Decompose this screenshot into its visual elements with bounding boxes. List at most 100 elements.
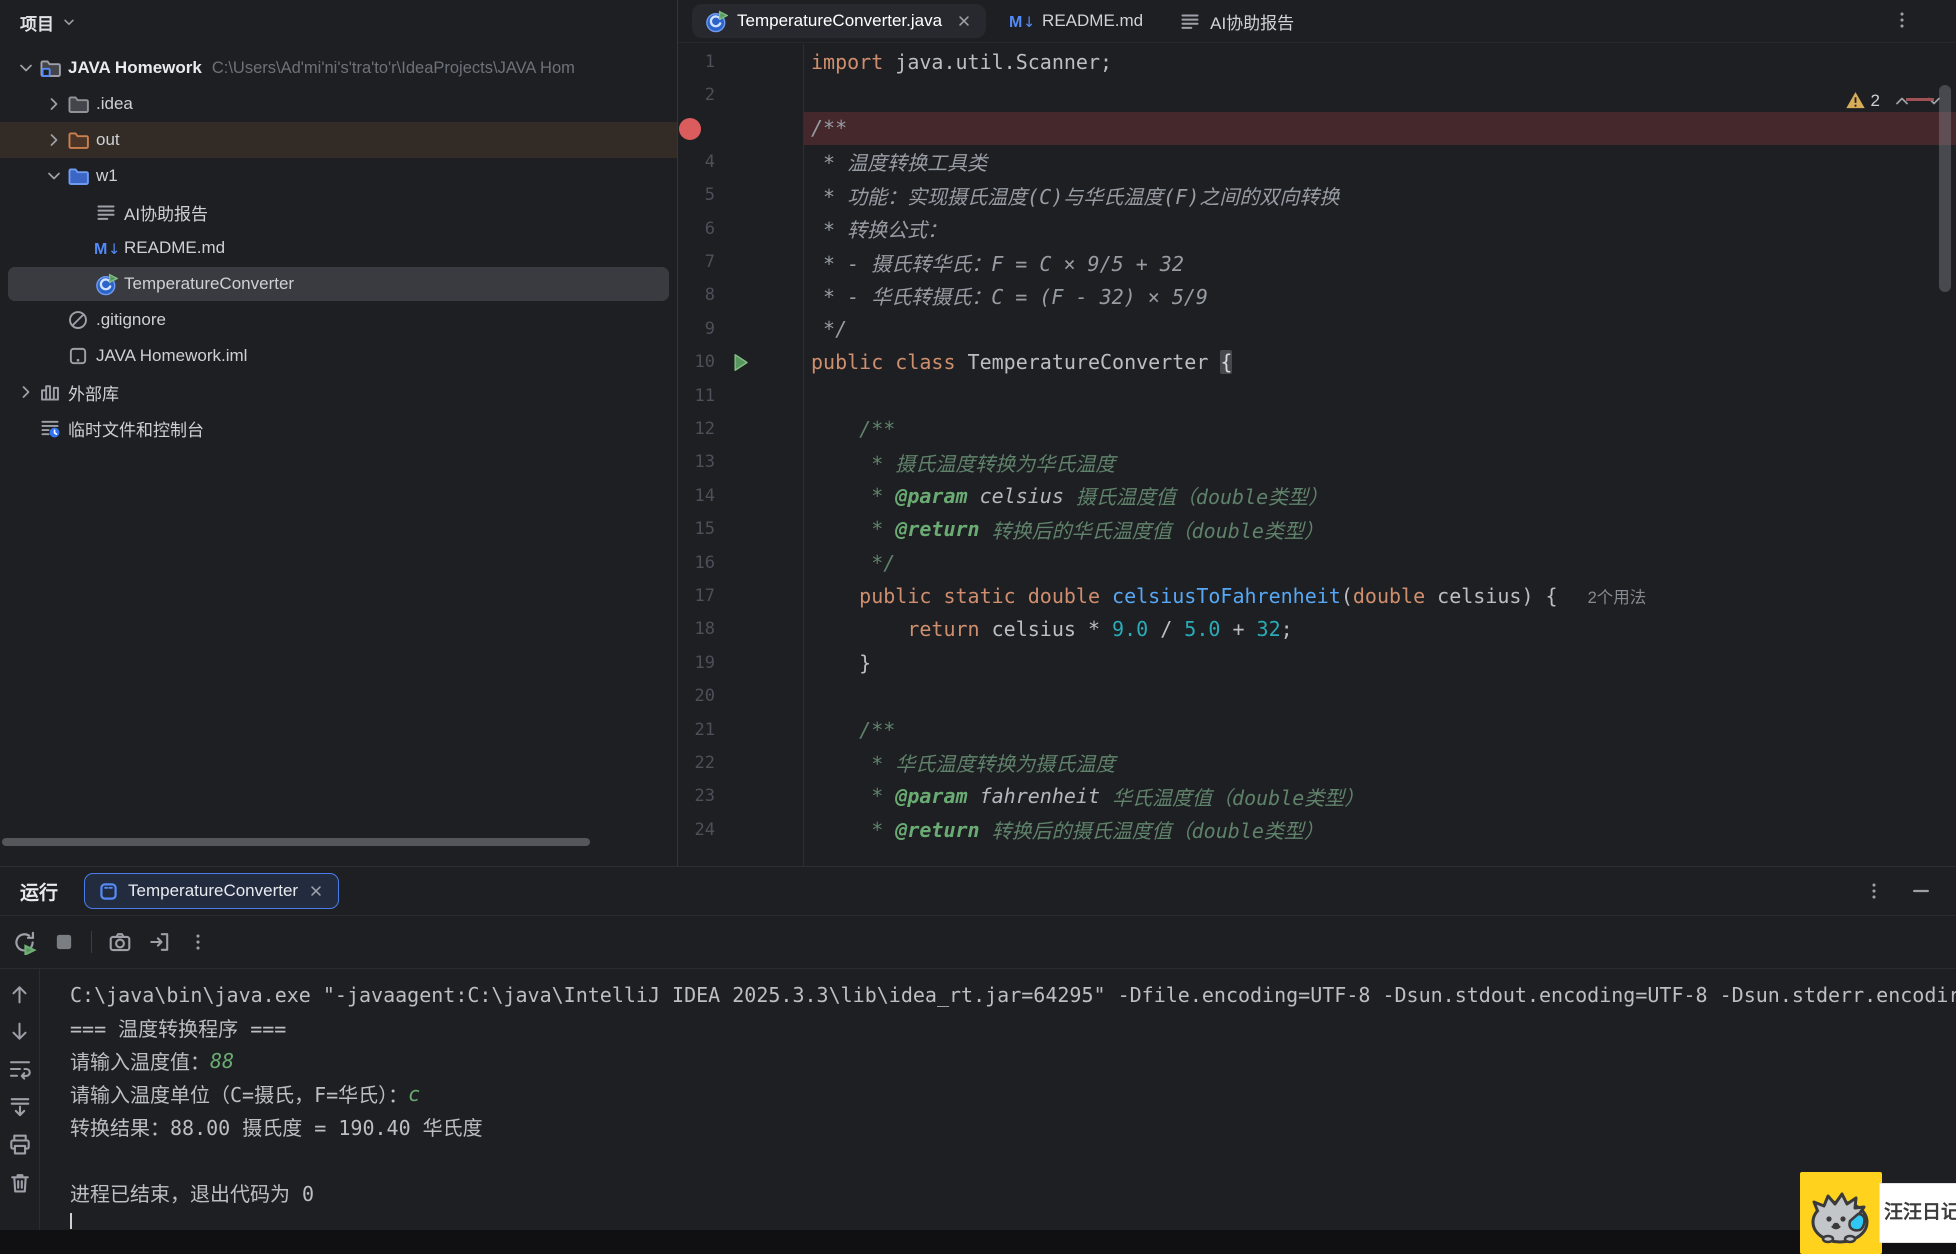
- tree-item-README.md[interactable]: M↓README.md: [0, 230, 677, 266]
- project-panel-header[interactable]: 项目: [0, 0, 677, 44]
- code-line[interactable]: 18 return celsius * 9.0 / 5.0 + 32;: [678, 613, 1956, 646]
- code-line[interactable]: 8 * - 华氏转摄氏：C = (F - 32) × 5/9: [678, 279, 1956, 312]
- editor-tab-AI协助报告[interactable]: AI协助报告: [1166, 4, 1307, 38]
- line-number[interactable]: 24: [678, 820, 715, 840]
- code-line[interactable]: 21 /**: [678, 713, 1956, 746]
- line-number[interactable]: 13: [678, 452, 715, 472]
- editor-vertical-scrollbar[interactable]: [1939, 85, 1951, 292]
- gutter-cell: [715, 78, 803, 111]
- editor-body[interactable]: 1import java.util.Scanner; 2 3/**4 * 温度转换工…: [678, 44, 1956, 866]
- tree-item-临时文件和控制台[interactable]: 临时文件和控制台: [0, 410, 677, 446]
- import-test-icon[interactable]: [148, 930, 172, 954]
- chevron-down-icon[interactable]: [14, 56, 38, 80]
- code-line[interactable]: 12 /**: [678, 412, 1956, 445]
- line-number[interactable]: 17: [678, 586, 715, 606]
- code-line[interactable]: 4 * 温度转换工具类: [678, 145, 1956, 178]
- editor-tab-TemperatureConverter.java[interactable]: TemperatureConverter.java: [692, 4, 986, 38]
- code-line[interactable]: 6 * 转换公式：: [678, 212, 1956, 245]
- code-line[interactable]: 3/**: [678, 112, 1956, 145]
- line-number[interactable]: 1: [678, 52, 715, 72]
- tree-item-w1[interactable]: w1: [0, 158, 677, 194]
- java-class-icon: [94, 272, 118, 296]
- line-number[interactable]: 14: [678, 486, 715, 506]
- run-configuration-tab[interactable]: TemperatureConverter: [84, 873, 339, 909]
- scroll-to-end-icon[interactable]: [8, 1095, 32, 1119]
- chevron-right-icon[interactable]: [42, 92, 66, 116]
- project-horizontal-scrollbar[interactable]: [2, 838, 590, 846]
- console-line: 请输入温度值：88: [70, 1044, 1956, 1077]
- code-line[interactable]: 14 * @param celsius 摄氏温度值（double类型）: [678, 479, 1956, 512]
- code-text: */: [803, 312, 1956, 345]
- code-text: * @param fahrenheit 华氏温度值（double类型）: [803, 780, 1956, 813]
- code-line[interactable]: 1import java.util.Scanner;: [678, 45, 1956, 78]
- line-number[interactable]: 5: [678, 185, 715, 205]
- tree-item-AI协助报告[interactable]: AI协助报告: [0, 194, 677, 230]
- line-number[interactable]: 6: [678, 219, 715, 239]
- print-icon[interactable]: [8, 1133, 32, 1157]
- code-line[interactable]: 23 * @param fahrenheit 华氏温度值（double类型）: [678, 780, 1956, 813]
- folder-blue-icon: [66, 164, 90, 188]
- minimize-icon[interactable]: [1910, 880, 1932, 902]
- chevron-right-icon[interactable]: [14, 380, 38, 404]
- tree-item-JAVA-Homework[interactable]: JAVA HomeworkC:\Users\Ad'mi'ni's'tra'to'…: [0, 50, 677, 86]
- line-number[interactable]: 2: [678, 85, 715, 105]
- code-line[interactable]: 20: [678, 679, 1956, 712]
- line-number[interactable]: 22: [678, 753, 715, 773]
- code-line[interactable]: 7 * - 摄氏转华氏：F = C × 9/5 + 32: [678, 245, 1956, 278]
- line-number[interactable]: 15: [678, 519, 715, 539]
- scroll-up-icon[interactable]: [8, 983, 31, 1006]
- editor-tab-README.md[interactable]: M↓README.md: [996, 4, 1156, 38]
- code-line[interactable]: 24 * @return 转换后的摄氏温度值（double类型）: [678, 813, 1956, 846]
- tree-item-外部库[interactable]: 外部库: [0, 374, 677, 410]
- tree-item-.idea[interactable]: .idea: [0, 86, 677, 122]
- line-number[interactable]: 7: [678, 252, 715, 272]
- chevron-down-icon[interactable]: [42, 164, 66, 188]
- tree-item-label: AI协助报告: [124, 200, 208, 225]
- code-line[interactable]: 5 * 功能：实现摄氏温度(C)与华氏温度(F)之间的双向转换: [678, 179, 1956, 212]
- clear-all-icon[interactable]: [8, 1171, 32, 1195]
- line-number[interactable]: 10: [678, 352, 715, 372]
- line-number[interactable]: 12: [678, 419, 715, 439]
- line-number[interactable]: 16: [678, 553, 715, 573]
- tree-item-JAVA-Homework.iml[interactable]: JAVA Homework.iml: [0, 338, 677, 374]
- error-stripe-mark[interactable]: [1906, 98, 1934, 101]
- rerun-icon[interactable]: [12, 930, 37, 955]
- line-number[interactable]: 21: [678, 720, 715, 740]
- code-line[interactable]: 2: [678, 78, 1956, 111]
- soft-wrap-icon[interactable]: [8, 1057, 32, 1081]
- code-line[interactable]: 10public class TemperatureConverter {: [678, 346, 1956, 379]
- stop-icon[interactable]: [53, 931, 75, 953]
- warning-icon: [1845, 90, 1866, 111]
- code-line[interactable]: 19 }: [678, 646, 1956, 679]
- tree-item-TemperatureConverter[interactable]: TemperatureConverter: [0, 266, 677, 302]
- console-options-icon[interactable]: [188, 932, 208, 952]
- console-output[interactable]: C:\java\bin\java.exe "-javaagent:C:\java…: [70, 978, 1956, 1229]
- code-line[interactable]: 13 * 摄氏温度转换为华氏温度: [678, 446, 1956, 479]
- code-line[interactable]: 22 * 华氏温度转换为摄氏温度: [678, 746, 1956, 779]
- run-options-icon[interactable]: [1864, 881, 1884, 901]
- line-number[interactable]: 8: [678, 285, 715, 305]
- line-number[interactable]: 23: [678, 786, 715, 806]
- code-line[interactable]: 15 * @return 转换后的华氏温度值（double类型）: [678, 512, 1956, 545]
- chevron-right-icon[interactable]: [42, 128, 66, 152]
- code-line[interactable]: 9 */: [678, 312, 1956, 345]
- run-class-icon[interactable]: [731, 353, 750, 372]
- line-number[interactable]: 20: [678, 686, 715, 706]
- line-number[interactable]: 9: [678, 319, 715, 339]
- code-line[interactable]: 11: [678, 379, 1956, 412]
- screenshot-icon[interactable]: [108, 930, 132, 954]
- scroll-down-icon[interactable]: [8, 1020, 31, 1043]
- line-number[interactable]: 18: [678, 619, 715, 639]
- close-tab-icon[interactable]: [955, 12, 973, 30]
- line-number[interactable]: 4: [678, 152, 715, 172]
- close-icon[interactable]: [307, 882, 325, 900]
- line-number[interactable]: 19: [678, 653, 715, 673]
- tree-item-out[interactable]: out: [0, 122, 677, 158]
- scratch-icon: [38, 416, 62, 440]
- line-number[interactable]: 11: [678, 386, 715, 406]
- tree-item-.gitignore[interactable]: .gitignore: [0, 302, 677, 338]
- tab-bar-options-icon[interactable]: [1892, 10, 1912, 30]
- code-line[interactable]: 17 public static double celsiusToFahrenh…: [678, 579, 1956, 612]
- breakpoint-icon[interactable]: [679, 118, 701, 140]
- code-line[interactable]: 16 */: [678, 546, 1956, 579]
